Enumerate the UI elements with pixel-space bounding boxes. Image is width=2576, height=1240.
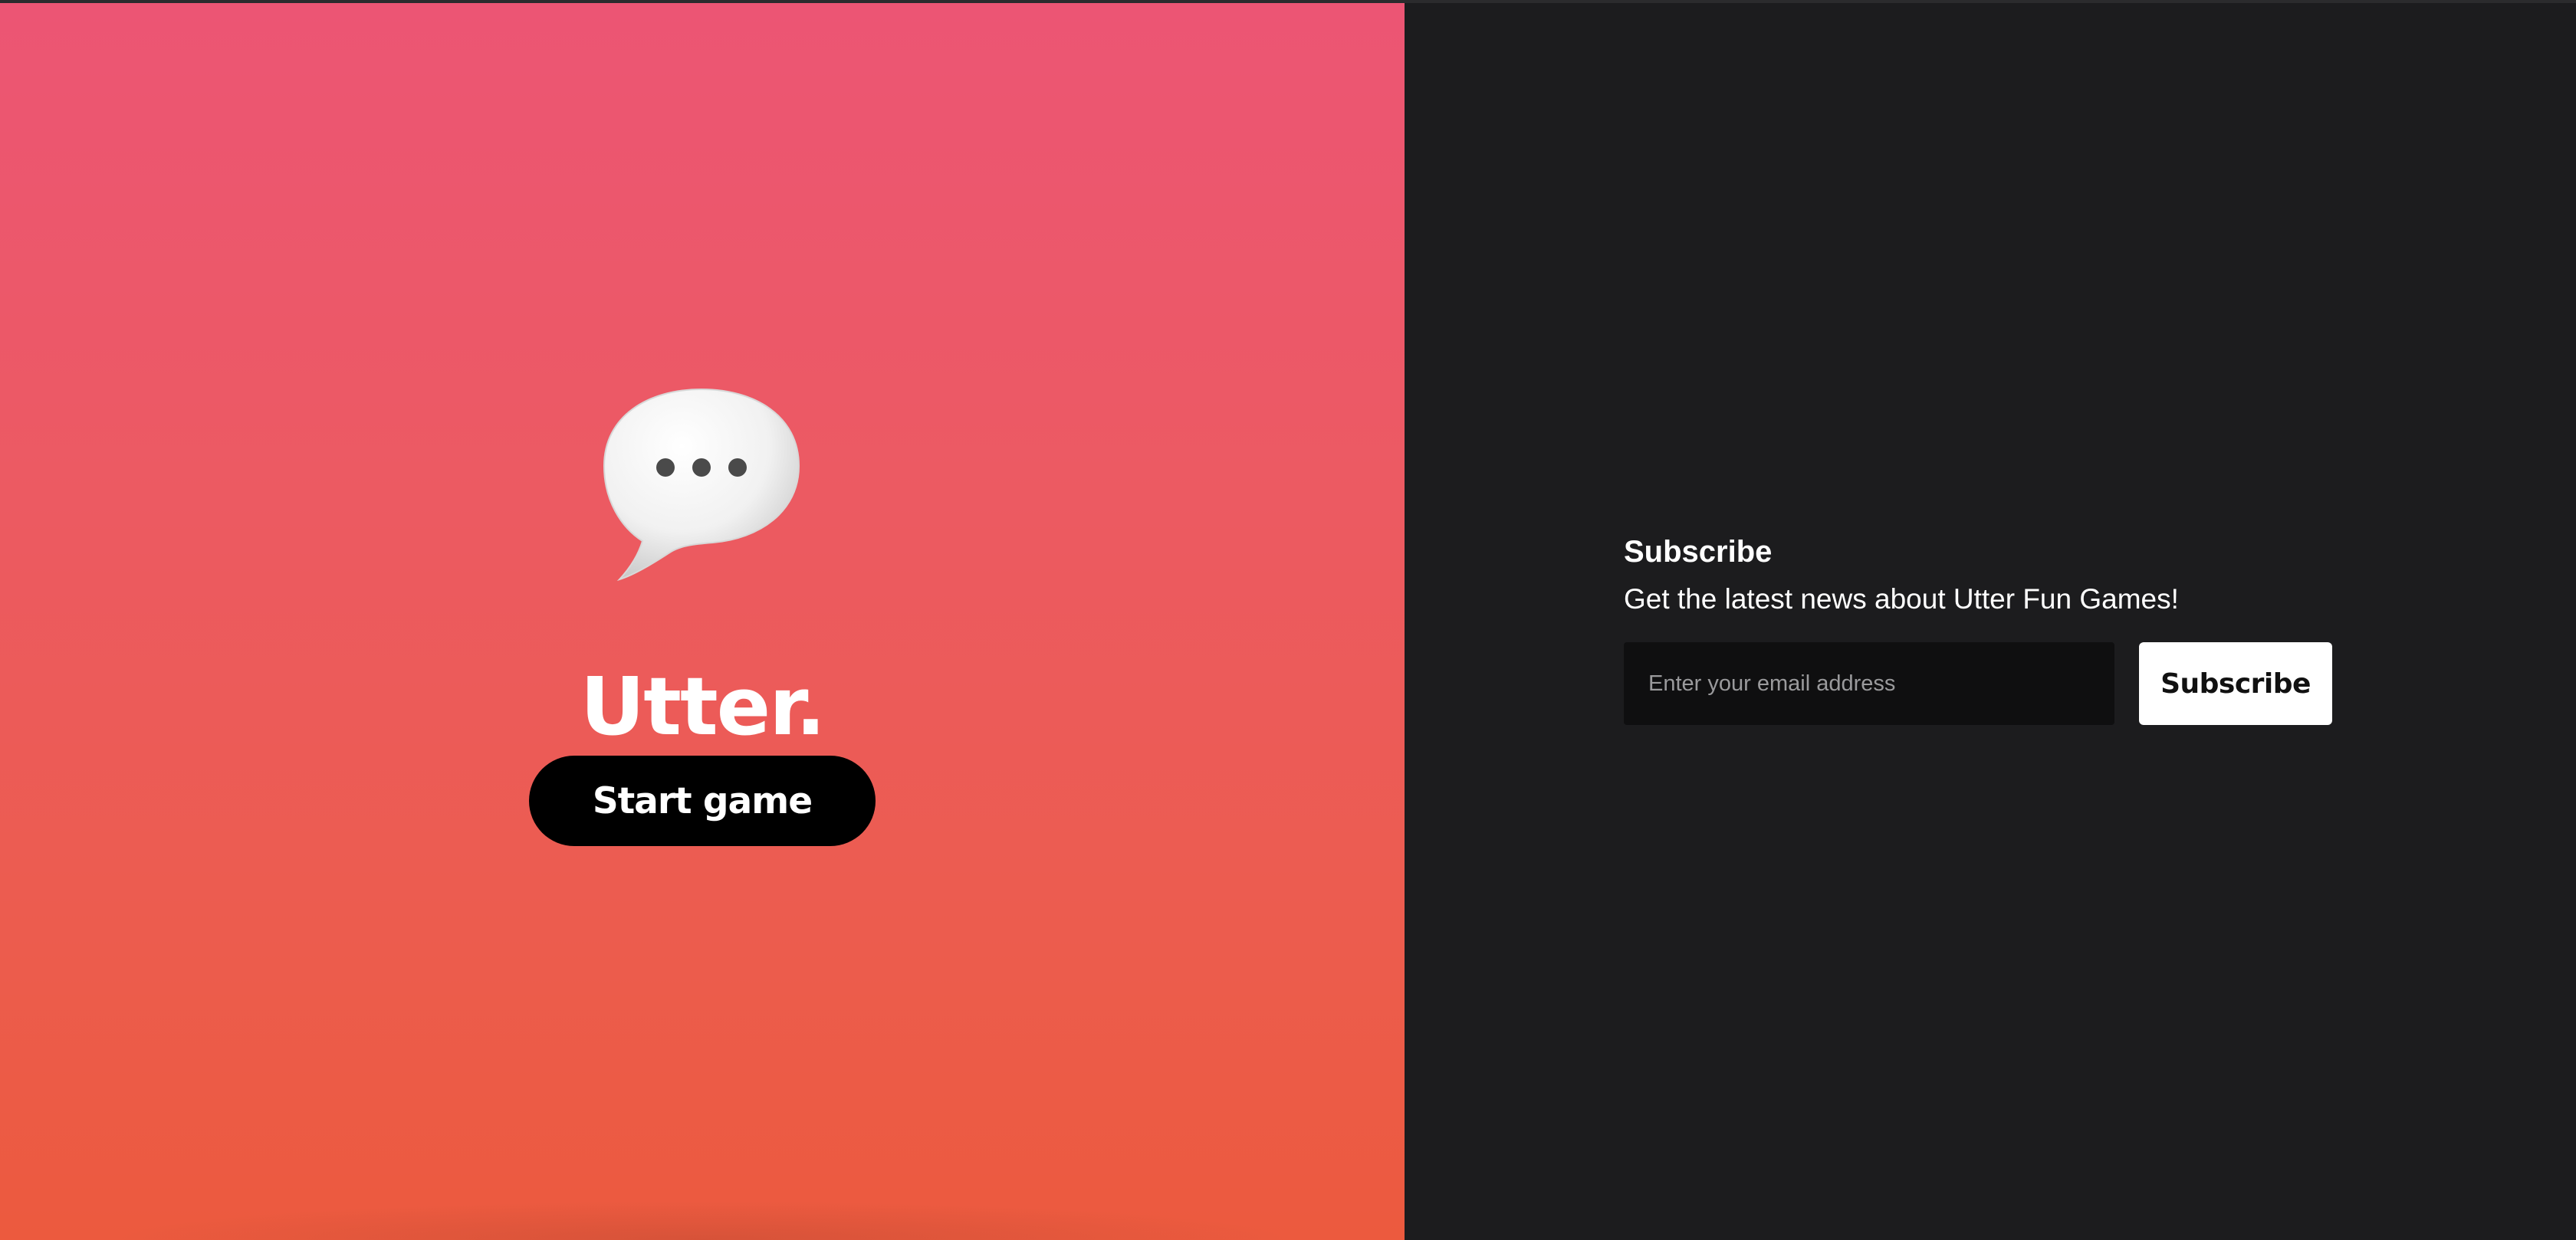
newsletter-panel: Subscribe Get the latest news about Utte… [1405,3,2576,1240]
app-title: Utter. [580,659,826,753]
subscribe-form: Subscribe Get the latest news about Utte… [1624,532,2390,725]
subscribe-description: Get the latest news about Utter Fun Game… [1624,583,2179,615]
email-input[interactable] [1624,642,2114,725]
subscribe-heading: Subscribe [1624,535,1773,569]
subscribe-row: Subscribe [1624,642,2332,725]
page: Utter. Start game Subscribe Get the late… [0,0,2576,1240]
start-game-button[interactable]: Start game [529,756,876,846]
speech-bubble-icon [598,382,805,581]
game-panel: Utter. Start game [0,3,1405,1240]
subscribe-button[interactable]: Subscribe [2139,642,2332,725]
bottom-shade [0,1194,1405,1240]
